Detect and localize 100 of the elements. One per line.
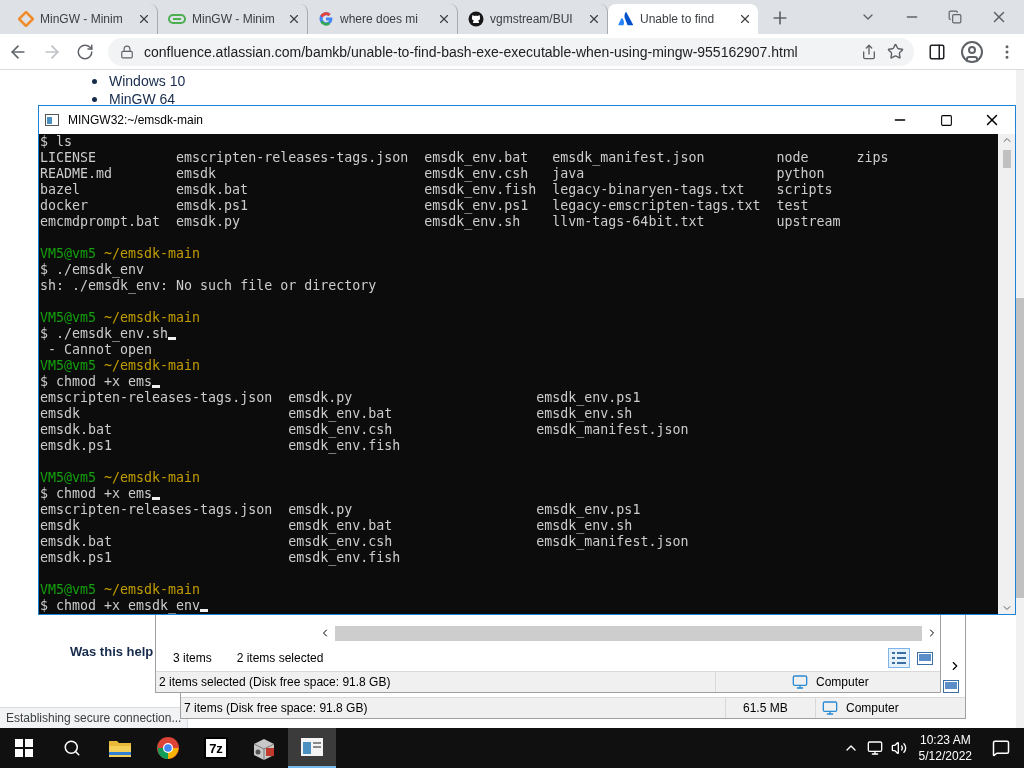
file-name: upstream bbox=[776, 214, 841, 230]
browser-tab[interactable]: MinGW - Minim bbox=[8, 4, 158, 34]
file-name: docker bbox=[40, 198, 89, 214]
terminal-icon bbox=[45, 114, 59, 126]
file-name: emsdk_env.sh bbox=[536, 518, 633, 534]
clock[interactable]: 10:23 AM 5/12/2022 bbox=[918, 732, 972, 764]
taskbar-app[interactable] bbox=[288, 728, 336, 768]
command-text: $ chmod +x ems bbox=[40, 374, 153, 390]
file-name: legacy-binaryen-tags.txt bbox=[552, 182, 745, 198]
taskbar-app[interactable]: 7z bbox=[192, 728, 240, 768]
file-name: README.md bbox=[40, 166, 113, 182]
command-text: $ ./emsdk_env bbox=[40, 262, 145, 278]
file-name: emsdk_manifest.json bbox=[536, 422, 689, 438]
reload-button[interactable] bbox=[76, 42, 94, 61]
prompt-path: ~/emsdk-main bbox=[104, 582, 201, 598]
command-text: $ ls bbox=[40, 134, 73, 150]
file-name: emsdk.py bbox=[288, 390, 353, 406]
prompt-path: ~/emsdk-main bbox=[104, 246, 201, 262]
scrollbar-thumb[interactable] bbox=[335, 625, 922, 641]
chrome-icon bbox=[156, 736, 180, 760]
file-name: emsdk_env.fish bbox=[288, 550, 401, 566]
close-icon[interactable] bbox=[738, 12, 752, 26]
file-name: emsdk_manifest.json bbox=[552, 150, 705, 166]
archiver-icon: 7z bbox=[204, 737, 228, 759]
list-item: Windows 10 bbox=[109, 72, 186, 90]
scrollbar[interactable] bbox=[1016, 70, 1024, 728]
scrollbar-thumb[interactable] bbox=[1002, 150, 1011, 168]
browser-tab[interactable]: Unable to find bbox=[608, 4, 758, 34]
restore-icon[interactable] bbox=[948, 10, 962, 24]
share-icon[interactable] bbox=[861, 43, 877, 60]
file-name: bazel bbox=[40, 182, 81, 198]
close-icon[interactable] bbox=[137, 12, 151, 26]
file-name: emsdk.py bbox=[288, 502, 353, 518]
close-icon[interactable] bbox=[587, 12, 601, 26]
file-name: emsdk.ps1 bbox=[40, 438, 113, 454]
bookmark-star-icon[interactable] bbox=[887, 43, 904, 60]
window-title: MINGW32:~/emsdk-main bbox=[67, 113, 204, 127]
file-name: scripts bbox=[776, 182, 833, 198]
prompt-path: ~/emsdk-main bbox=[104, 470, 201, 486]
view-button[interactable] bbox=[888, 648, 910, 668]
selection-count: 2 items selected bbox=[235, 651, 324, 665]
file-name: emsdk.ps1 bbox=[40, 550, 113, 566]
address-bar[interactable]: confluence.atlassian.com/bamkb/unable-to-find-bash-exe-executable-when-using-mingw-955162907.html bbox=[108, 37, 914, 66]
bullet-icon bbox=[92, 96, 97, 102]
file-name: emsdk_env.csh bbox=[424, 166, 529, 182]
file-name: legacy-emscripten-tags.txt bbox=[552, 198, 761, 214]
file-name: emsdk_env.bat bbox=[288, 406, 393, 422]
file-name: emsdk_env.csh bbox=[288, 534, 393, 550]
file-name: python bbox=[776, 166, 825, 182]
close-icon[interactable] bbox=[437, 12, 451, 26]
file-name: test bbox=[776, 198, 809, 214]
triangle-logo-icon bbox=[618, 11, 634, 27]
file-name: LICENSE bbox=[40, 150, 97, 166]
file-name: emsdk bbox=[40, 518, 81, 534]
file-name: emsdk.py bbox=[176, 214, 241, 230]
output-text: sh: ./emsdk_env: No such file or directory bbox=[40, 278, 377, 294]
terminal-icon bbox=[300, 737, 324, 757]
search-icon[interactable] bbox=[63, 739, 81, 757]
list-item: MinGW 64 bbox=[109, 90, 176, 108]
scrollbar-thumb[interactable] bbox=[1016, 298, 1024, 598]
preview-view-icon bbox=[943, 679, 959, 693]
profile-icon[interactable] bbox=[960, 39, 984, 64]
chip-icon bbox=[168, 13, 186, 25]
file-name: zips bbox=[856, 150, 889, 166]
preview-view-icon bbox=[917, 651, 933, 665]
browser-tab[interactable]: MinGW - Minim bbox=[158, 4, 308, 34]
diamond-icon bbox=[18, 11, 34, 27]
status-text: 2 items selected (Disk free space: 91.8 GB) bbox=[158, 675, 391, 689]
installer-icon bbox=[251, 736, 277, 760]
side-panel-icon[interactable] bbox=[928, 42, 946, 61]
file-name: llvm-tags-64bit.txt bbox=[552, 214, 705, 230]
browser-tab[interactable]: vgmstream/BUI bbox=[458, 4, 608, 34]
maximize-icon[interactable] bbox=[939, 113, 953, 127]
command-text: $ ./emsdk_env.sh bbox=[40, 326, 169, 342]
file-name: emsdk_env.ps1 bbox=[536, 502, 641, 518]
scrollbar[interactable] bbox=[998, 134, 1015, 614]
command-text: $ chmod +x emsdk_env bbox=[40, 598, 201, 614]
file-name: emsdk_env.bat bbox=[424, 150, 529, 166]
cat-icon bbox=[468, 11, 484, 27]
volume-icon[interactable] bbox=[890, 740, 907, 756]
network-icon[interactable] bbox=[866, 740, 883, 756]
file-name: node bbox=[776, 150, 809, 166]
close-icon[interactable] bbox=[287, 12, 301, 26]
size-text: 61.5 MB bbox=[742, 701, 788, 715]
prompt-path: ~/emsdk-main bbox=[104, 358, 201, 374]
browser-tab[interactable]: where does mi bbox=[308, 4, 458, 34]
prompt-path: ~/emsdk-main bbox=[104, 310, 201, 326]
notification-icon[interactable] bbox=[992, 739, 1010, 757]
file-name: emsdk_env.bat bbox=[288, 518, 393, 534]
monitor-icon bbox=[822, 700, 838, 716]
bullet-icon bbox=[92, 78, 97, 84]
file-name: emsdk_env.ps1 bbox=[424, 198, 529, 214]
file-name: emsdk.ps1 bbox=[176, 198, 249, 214]
feedback-heading: Was this help bbox=[70, 644, 154, 659]
file-name: emsdk_env.fish bbox=[424, 182, 537, 198]
file-name: emsdk_env.sh bbox=[536, 406, 633, 422]
file-name: emscripten-releases-tags.json bbox=[40, 502, 273, 518]
file-name: emsdk_env.sh bbox=[424, 214, 521, 230]
file-name: emsdk bbox=[40, 406, 81, 422]
lock-icon bbox=[120, 44, 134, 59]
